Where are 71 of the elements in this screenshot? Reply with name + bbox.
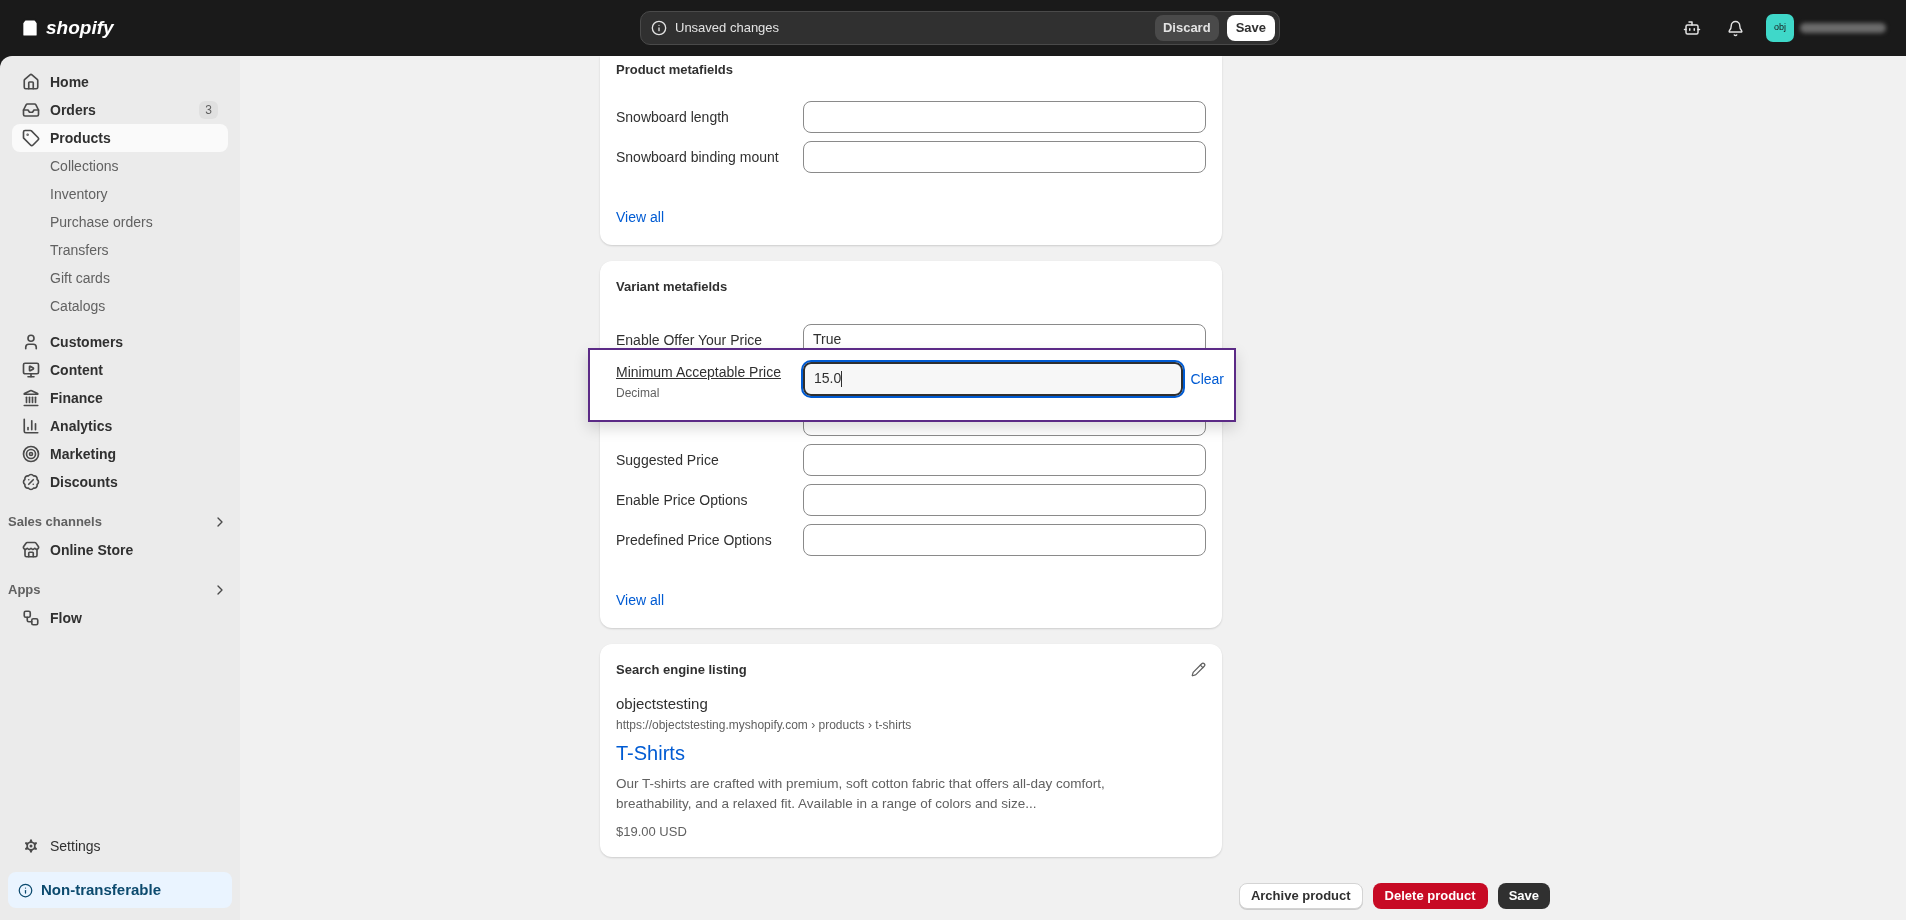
unsaved-changes-text: Unsaved changes bbox=[675, 19, 781, 38]
input-field[interactable]: 15.0 bbox=[803, 361, 1183, 396]
count-badge: 3 bbox=[199, 101, 218, 119]
nav-item[interactable]: Content bbox=[12, 356, 228, 384]
flow-icon bbox=[22, 609, 40, 627]
field-label[interactable]: Minimum Acceptable Price bbox=[616, 361, 803, 383]
nav-subitem[interactable]: Inventory bbox=[12, 180, 228, 208]
nav-item[interactable]: Home bbox=[12, 68, 228, 96]
nav-item[interactable]: Products bbox=[12, 124, 228, 152]
nav-item[interactable]: Marketing bbox=[12, 440, 228, 468]
nav-item[interactable]: Orders 3 bbox=[12, 96, 228, 124]
input-field[interactable] bbox=[803, 141, 1206, 173]
page-url: https://objectstesting.myshopify.com › products › t-shirts bbox=[616, 716, 913, 734]
nav-item[interactable]: Discounts bbox=[12, 468, 228, 496]
nav-subitem[interactable]: Collections bbox=[12, 152, 228, 180]
avatar[interactable]: obj bbox=[1766, 14, 1794, 42]
save-button[interactable]: Save bbox=[1497, 883, 1550, 909]
info-icon bbox=[651, 20, 667, 36]
bar-chart-icon bbox=[22, 417, 40, 435]
input-field[interactable] bbox=[803, 443, 1206, 476]
card-title: Product metafields bbox=[616, 61, 735, 80]
input-field[interactable] bbox=[803, 101, 1206, 133]
nav-subitem[interactable]: Purchase orders bbox=[12, 208, 228, 236]
nav-subitem[interactable]: Transfers bbox=[12, 236, 228, 264]
nav-item[interactable]: Analytics bbox=[12, 412, 228, 440]
nav-subitem[interactable]: Gift cards bbox=[12, 264, 228, 292]
store-icon bbox=[22, 541, 40, 559]
view-all-link[interactable]: View all bbox=[616, 591, 664, 608]
save-button[interactable]: Save bbox=[1226, 15, 1275, 41]
field-label: Enable Price Options bbox=[616, 491, 748, 508]
delete-product-button[interactable]: Delete product bbox=[1372, 883, 1488, 909]
field-label: Predefined Price Options bbox=[616, 531, 772, 548]
archive-product-button[interactable]: Archive product bbox=[1238, 883, 1363, 909]
price: $19.00 USD bbox=[616, 822, 688, 841]
info-icon bbox=[18, 882, 33, 898]
input-field[interactable] bbox=[803, 523, 1206, 556]
person-icon bbox=[22, 333, 40, 351]
store-name: objectstesting bbox=[616, 694, 709, 714]
input-field[interactable] bbox=[803, 483, 1206, 516]
field-label: Enable Offer Your Price bbox=[616, 331, 763, 348]
pencil-icon[interactable] bbox=[1191, 661, 1206, 677]
card-title: Search engine listing bbox=[616, 660, 747, 679]
discount-icon bbox=[22, 473, 40, 491]
plan-notice[interactable]: Non-transferable bbox=[8, 872, 232, 908]
tag-icon bbox=[22, 129, 40, 147]
section-heading: Apps bbox=[8, 581, 41, 600]
nav-item[interactable]: Online Store bbox=[12, 536, 228, 564]
nav-item[interactable]: Customers bbox=[12, 328, 228, 356]
nav-item[interactable]: Settings bbox=[12, 832, 228, 860]
settings-icon bbox=[22, 837, 40, 855]
target-icon bbox=[22, 445, 40, 463]
section-heading: Sales channels bbox=[8, 513, 102, 532]
page-title: T-Shirts bbox=[616, 740, 686, 766]
inbox-icon bbox=[22, 101, 40, 119]
page-description: Our T-shirts are crafted with premium, soft cotton fabric that offers all-day comfort, breathability, and a relaxed fit. Available in a range of colors and size... bbox=[616, 774, 1106, 813]
home-icon bbox=[22, 73, 40, 91]
bank-icon bbox=[22, 389, 40, 407]
field-type: Decimal bbox=[616, 384, 661, 402]
view-all-link[interactable]: View all bbox=[616, 209, 664, 225]
robot-icon[interactable] bbox=[1683, 19, 1701, 37]
nav-item[interactable]: Flow bbox=[12, 604, 228, 632]
nav-item[interactable]: Finance bbox=[12, 384, 228, 412]
nav-subitem[interactable]: Catalogs bbox=[12, 292, 228, 320]
field-label: Suggested Price bbox=[616, 451, 719, 468]
bell-icon[interactable] bbox=[1727, 19, 1744, 37]
discard-button[interactable]: Discard bbox=[1154, 15, 1219, 41]
card-title: Variant metafields bbox=[616, 278, 729, 296]
clear-button[interactable]: Clear bbox=[1190, 368, 1224, 390]
field-label: Snowboard length bbox=[616, 109, 729, 125]
logo[interactable]: shopify bbox=[46, 13, 114, 43]
field-label: Snowboard binding mount bbox=[616, 149, 779, 165]
